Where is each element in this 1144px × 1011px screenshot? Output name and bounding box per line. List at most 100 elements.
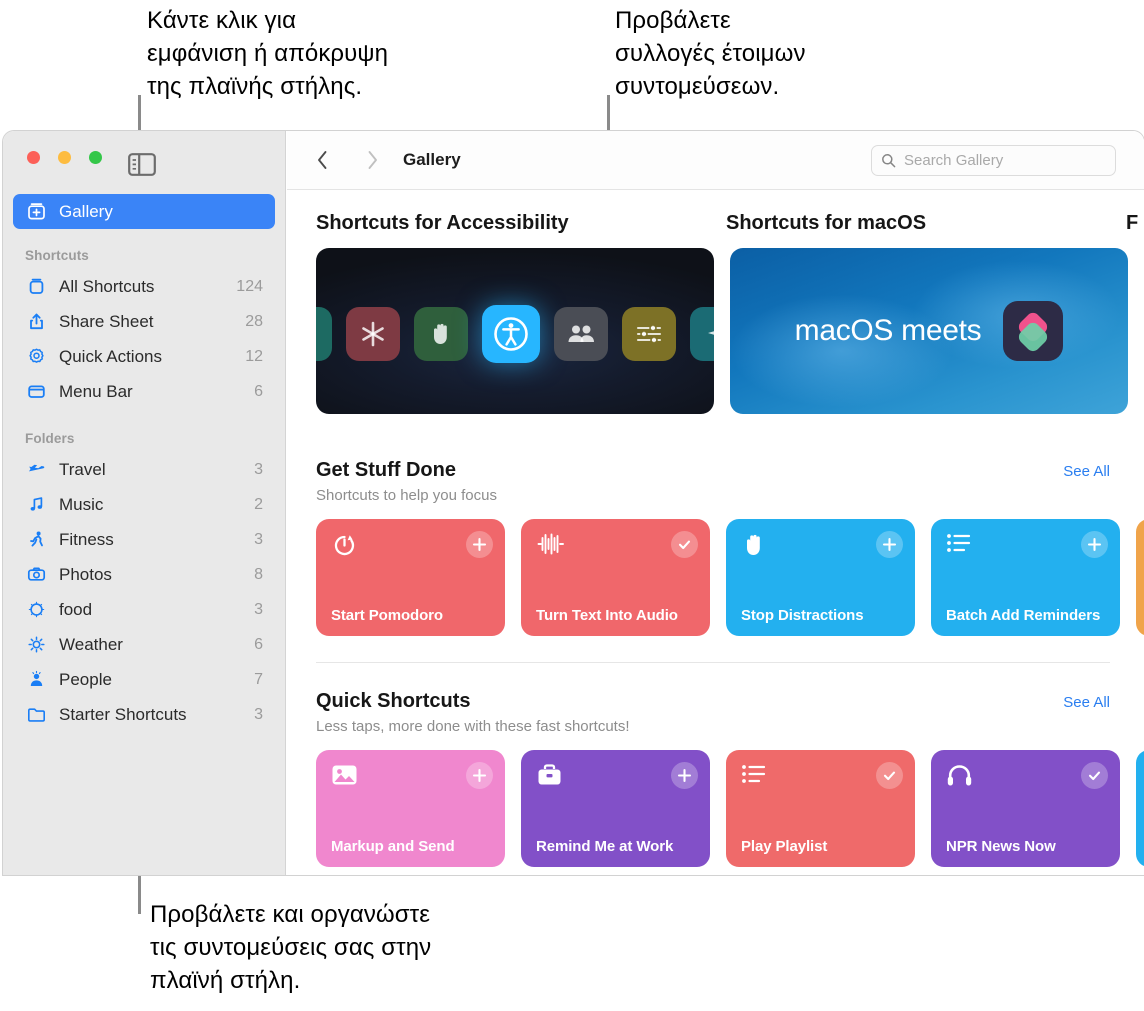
- add-badge[interactable]: [1081, 531, 1108, 558]
- sidebar-item-label: Weather: [59, 634, 123, 654]
- banner-row: macOS meets: [287, 235, 1144, 414]
- main-pane: Gallery Shortcuts for Accessibility Sh: [287, 131, 1144, 875]
- add-badge[interactable]: [466, 531, 493, 558]
- sidebar-item-count: 12: [245, 347, 263, 365]
- banner-shortcuts-for-macos[interactable]: macOS meets: [730, 248, 1128, 414]
- card-markup-and-send[interactable]: Markup and Send: [316, 750, 505, 867]
- card-remind-me-at-work[interactable]: Remind Me at Work: [521, 750, 710, 867]
- card-play-playlist[interactable]: Play Playlist: [726, 750, 915, 867]
- gear-icon: [25, 346, 47, 368]
- close-button[interactable]: [27, 151, 40, 164]
- see-all-link[interactable]: See All: [1063, 463, 1110, 480]
- section-subtitle: Shortcuts to help you focus: [316, 487, 497, 504]
- sliders-icon: [622, 307, 676, 361]
- card-stop-distractions[interactable]: Stop Distractions: [726, 519, 915, 636]
- card-title: Start Pomodoro: [331, 607, 443, 624]
- sidebar-item-travel[interactable]: Travel 3: [13, 452, 275, 487]
- sidebar-item-share-sheet[interactable]: Share Sheet 28: [13, 304, 275, 339]
- card-title: Remind Me at Work: [536, 838, 674, 855]
- sidebar-item-starter-shortcuts[interactable]: Starter Shortcuts 3: [13, 697, 275, 732]
- card-npr-news-now[interactable]: NPR News Now: [931, 750, 1120, 867]
- card-row: Start Pomodoro Turn Text Into Audio Stop…: [316, 519, 1144, 636]
- sidebar-item-music[interactable]: Music 2: [13, 487, 275, 522]
- sidebar-item-label: People: [59, 669, 112, 689]
- see-all-link[interactable]: See All: [1063, 694, 1110, 711]
- sidebar-item-count: 3: [254, 705, 263, 723]
- sidebar-item-photos[interactable]: Photos 8: [13, 557, 275, 592]
- sidebar-item-label: All Shortcuts: [59, 276, 155, 296]
- folder-icon: [25, 704, 47, 726]
- add-badge[interactable]: [466, 762, 493, 789]
- sidebar-item-all-shortcuts[interactable]: All Shortcuts 124: [13, 269, 275, 304]
- sparkle-circle-icon: [25, 599, 47, 621]
- add-badge[interactable]: [671, 762, 698, 789]
- added-badge[interactable]: [876, 762, 903, 789]
- search-input[interactable]: [904, 152, 1099, 169]
- forward-button[interactable]: [357, 145, 387, 175]
- sidebar-item-weather[interactable]: Weather 6: [13, 627, 275, 662]
- banner-shortcuts-for-accessibility[interactable]: [316, 248, 714, 414]
- magnifier-icon: [316, 307, 332, 361]
- asterisk-icon: [346, 307, 400, 361]
- sidebar-item-count: 8: [254, 565, 263, 583]
- sidebar-item-label: food: [59, 599, 93, 619]
- running-person-icon: [25, 529, 47, 551]
- minimize-button[interactable]: [58, 151, 71, 164]
- zoom-button[interactable]: [89, 151, 102, 164]
- card-turn-text-into-audio[interactable]: Turn Text Into Audio: [521, 519, 710, 636]
- sidebar-item-food[interactable]: food 3: [13, 592, 275, 627]
- card-title: Play Playlist: [741, 838, 828, 855]
- sidebar-item-fitness[interactable]: Fitness 3: [13, 522, 275, 557]
- airplane-icon: [25, 459, 47, 481]
- hand-raised-icon: [414, 307, 468, 361]
- sidebar-item-gallery[interactable]: Gallery: [13, 194, 275, 229]
- card-partial[interactable]: [1136, 750, 1144, 867]
- added-badge[interactable]: [671, 531, 698, 558]
- toolbar: Gallery: [287, 131, 1144, 190]
- music-note-icon: [25, 494, 47, 516]
- back-button[interactable]: [307, 145, 337, 175]
- sidebar-item-people[interactable]: People 7: [13, 662, 275, 697]
- sidebar-item-count: 3: [254, 460, 263, 478]
- section-title: Get Stuff Done: [316, 459, 456, 481]
- banner-heading-macos: Shortcuts for macOS: [726, 212, 927, 234]
- callout-gallery: Προβάλετε συλλογές έτοιμων συντομεύσεων.: [615, 7, 806, 100]
- sidebar-item-label: Starter Shortcuts: [59, 704, 187, 724]
- search-box[interactable]: [871, 145, 1116, 176]
- added-badge[interactable]: [1081, 762, 1108, 789]
- card-partial[interactable]: [1136, 519, 1144, 636]
- sidebar-item-label: Fitness: [59, 529, 114, 549]
- sidebar-item-quick-actions[interactable]: Quick Actions 12: [13, 339, 275, 374]
- people-icon: [554, 307, 608, 361]
- sidebar-item-count: 2: [254, 495, 263, 513]
- sidebar-toggle-icon[interactable]: [128, 153, 156, 176]
- card-start-pomodoro[interactable]: Start Pomodoro: [316, 519, 505, 636]
- section-quick-shortcuts: Quick Shortcuts Less taps, more done wit…: [287, 662, 1144, 867]
- section-title: Quick Shortcuts: [316, 690, 471, 712]
- sidebar-item-count: 7: [254, 670, 263, 688]
- sidebar-item-label: Music: [59, 494, 104, 514]
- sidebar-item-menu-bar[interactable]: Menu Bar 6: [13, 374, 275, 409]
- page-title: Gallery: [403, 150, 461, 169]
- sun-icon: [25, 634, 47, 656]
- add-badge[interactable]: [876, 531, 903, 558]
- section-get-stuff-done: Get Stuff Done Shortcuts to help you foc…: [287, 431, 1144, 636]
- sidebar-item-count: 6: [254, 382, 263, 400]
- shortcuts-window: Gallery Shortcuts All Shortcuts 124 Shar…: [3, 131, 1144, 875]
- banner-heading-accessibility: Shortcuts for Accessibility: [316, 212, 569, 234]
- sidebar-item-count: 3: [254, 530, 263, 548]
- card-title: Stop Distractions: [741, 607, 864, 624]
- sidebar-item-label: Menu Bar: [59, 381, 133, 401]
- camera-icon: [25, 564, 47, 586]
- search-icon: [881, 153, 896, 168]
- card-title: Turn Text Into Audio: [536, 607, 678, 624]
- share-icon: [25, 311, 47, 333]
- sidebar-item-label: Share Sheet: [59, 311, 154, 331]
- sidebar-group-folders-label: Folders: [25, 431, 75, 446]
- shortcuts-icon: [25, 276, 47, 298]
- card-batch-add-reminders[interactable]: Batch Add Reminders: [931, 519, 1120, 636]
- gallery-content: Shortcuts for Accessibility Shortcuts fo…: [287, 190, 1144, 875]
- card-row: Markup and Send Remind Me at Work Play P…: [316, 750, 1144, 867]
- section-divider: [316, 662, 1110, 663]
- sidebar-item-count: 28: [245, 312, 263, 330]
